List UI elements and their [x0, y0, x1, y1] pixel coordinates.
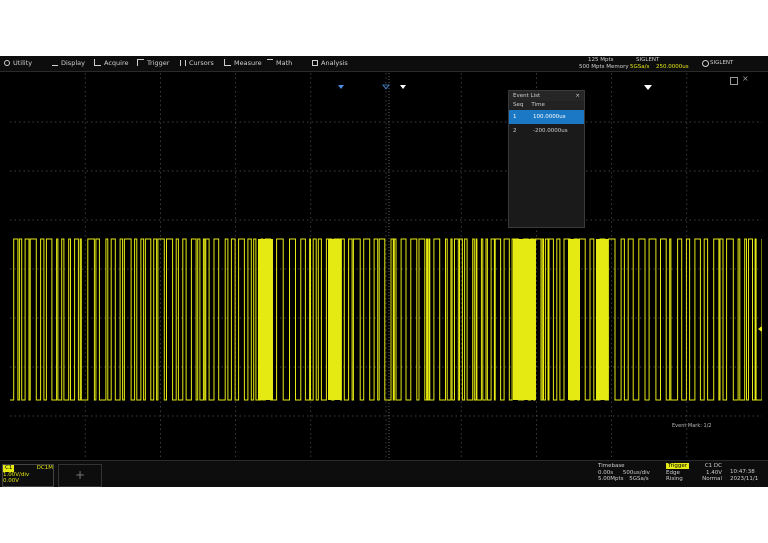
trigger-marker-left: [338, 85, 344, 89]
oscilloscope-screen: Utility Display Acquire Trigger Cursors …: [0, 56, 768, 487]
menu-cursors-label: Cursors: [189, 59, 214, 67]
event-row-time: 100.0000us: [533, 114, 566, 120]
event-row-index: 2: [513, 128, 517, 134]
event-list-title: Event List: [513, 93, 541, 99]
event-col-seq: Seq: [513, 102, 524, 108]
timebase-rate: 5GSa/s: [629, 476, 649, 482]
trigger-marker-mid: [400, 85, 406, 89]
menu-measure-label: Measure: [234, 59, 262, 67]
trigger-title: Trigger: [666, 463, 689, 469]
sample-info: 125 Mpts: [588, 57, 614, 63]
menu-display[interactable]: Display: [52, 58, 85, 69]
menu-utility-label: Utility: [13, 59, 33, 67]
menu-math-label: Math: [276, 59, 293, 67]
menu-analysis[interactable]: Analysis: [312, 58, 348, 69]
trigger-mode: Normal: [702, 476, 722, 482]
event-list-close-icon[interactable]: ×: [575, 91, 580, 101]
event-row[interactable]: 2 -200.0000us: [509, 124, 584, 138]
menu-measure[interactable]: Measure: [224, 58, 262, 69]
brand-logo: SIGLENT: [710, 60, 734, 66]
analysis-icon: [312, 60, 318, 66]
event-list-panel: Event List × Seq Time 1 100.0000us 2 -200.00…: [508, 90, 585, 228]
ch1-label: C1: [3, 465, 15, 472]
display-icon: [52, 59, 58, 66]
measure-icon: [224, 59, 231, 66]
clock: 10:47:38 2023/11/1: [730, 469, 758, 482]
math-icon: [267, 59, 273, 66]
dense-pulse-block: [596, 239, 608, 400]
trigger-info[interactable]: Trigger C1 DC Edge 1.40V Rising Normal: [666, 463, 722, 483]
acquire-icon: [94, 59, 101, 66]
bottom-bar: C1 DC1M 1.00V/div 0.00V + Timebase 0.00s…: [0, 460, 768, 487]
cursors-icon: [180, 60, 186, 66]
acq-rate: 5GSa/s: [630, 64, 650, 70]
event-col-time: Time: [531, 102, 545, 108]
menu-bar: Utility Display Acquire Trigger Cursors …: [0, 56, 768, 72]
memory-info: 500 Mpts Memory: [579, 64, 629, 70]
trigger-marker-right: [644, 85, 652, 90]
trigger-icon: [137, 59, 144, 66]
dense-pulse-block: [513, 239, 536, 400]
acq-time: 250.0000us: [656, 64, 689, 70]
menu-display-label: Display: [61, 59, 85, 67]
menu-analysis-label: Analysis: [321, 59, 348, 67]
waveform-grid: [10, 73, 762, 465]
menu-acquire[interactable]: Acquire: [94, 58, 129, 69]
clock-time: 10:47:38: [730, 469, 755, 475]
gear-icon: [4, 60, 10, 66]
ch1-offset: 0.00V: [3, 478, 20, 484]
trigger-type: Edge: [666, 469, 680, 476]
menu-utility[interactable]: Utility: [4, 58, 32, 69]
ch1-coupling: DC1M: [36, 465, 53, 471]
menu-math[interactable]: Math: [267, 58, 292, 69]
trigger-slope: Rising: [666, 476, 683, 482]
ch1-info[interactable]: C1 DC1M 1.00V/div 0.00V: [2, 464, 54, 487]
add-channel-button[interactable]: +: [58, 464, 102, 487]
timebase-info[interactable]: Timebase 0.00s 500us/div 5.00Mpts 5GSa/s: [598, 463, 664, 483]
acq-mode: SIGLENT: [636, 57, 660, 63]
menu-cursors[interactable]: Cursors: [180, 58, 214, 69]
settings-icon[interactable]: [702, 60, 709, 67]
dense-pulse-block: [328, 239, 340, 400]
event-row-index: 1: [513, 114, 517, 120]
menu-acquire-label: Acquire: [104, 59, 129, 67]
dense-pulse-block: [258, 239, 273, 400]
timebase-scale: 500us/div: [622, 469, 650, 476]
grid-svg: [10, 73, 762, 465]
menu-trigger-label: Trigger: [147, 59, 170, 67]
event-row[interactable]: 1 100.0000us: [509, 110, 584, 124]
timebase-points: 5.00Mpts: [598, 476, 624, 482]
event-row-time: -200.0000us: [533, 128, 568, 134]
dense-pulse-block: [568, 239, 580, 400]
history-label: Event Mark: 1/2: [672, 423, 712, 429]
timebase-delay: 0.00s: [598, 469, 614, 476]
menu-trigger[interactable]: Trigger: [137, 58, 169, 69]
clock-date: 2023/11/1: [730, 475, 759, 482]
trigger-level-marker: [758, 326, 762, 332]
